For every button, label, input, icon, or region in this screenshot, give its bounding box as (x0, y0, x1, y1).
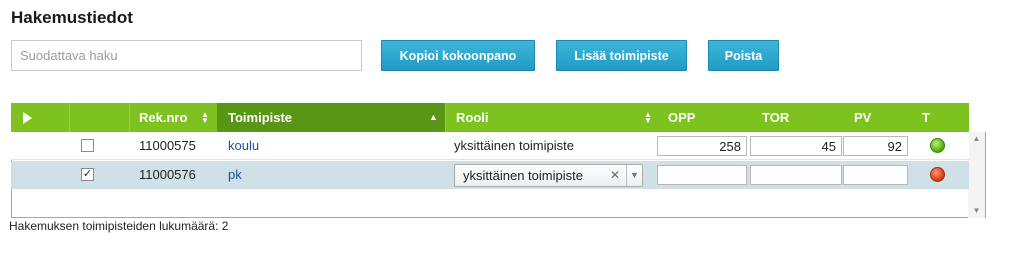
grid-header: Rek.nro ▲ ▼ Toimipiste ▲ Rooli ▲ ▼ OPP TOR… (11, 103, 969, 132)
column-header-t: T (922, 103, 942, 132)
column-header-pv: PV (854, 103, 894, 132)
add-office-button[interactable]: Lisää toimipiste (556, 40, 687, 71)
column-header-rooli[interactable]: Rooli ▲ ▼ (445, 103, 657, 132)
rek-nro-cell: 11000575 (139, 138, 196, 153)
column-header-opp: OPP (668, 103, 728, 132)
expand-toggle[interactable] (23, 103, 43, 132)
scroll-up-icon[interactable]: ▲ (968, 132, 985, 146)
column-label-rooli: Rooli (456, 110, 489, 125)
sort-both-icon: ▲ ▼ (201, 110, 209, 125)
column-label-opp: OPP (668, 110, 696, 125)
column-label-rek-nro: Rek.nro (139, 110, 188, 125)
status-ok-icon (930, 138, 945, 153)
column-label-t: T (922, 110, 930, 125)
vertical-scrollbar[interactable]: ▲ ▼ (968, 132, 985, 218)
sort-asc-icon: ▲ (429, 112, 438, 122)
sort-both-icon: ▲ ▼ (644, 110, 652, 125)
pv-input[interactable] (843, 165, 908, 185)
scroll-down-icon[interactable]: ▼ (968, 204, 985, 218)
offices-grid: Rek.nro ▲ ▼ Toimipiste ▲ Rooli ▲ ▼ OPP TOR… (11, 103, 986, 218)
column-label-pv: PV (854, 110, 872, 125)
remove-button[interactable]: Poista (708, 40, 779, 71)
column-header-toimipiste[interactable]: Toimipiste ▲ (217, 103, 445, 132)
rooli-cell: yksittäinen toimipiste (454, 138, 574, 153)
office-count-text: Hakemuksen toimipisteiden lukumäärä: 2 (9, 219, 229, 233)
toimipiste-link[interactable]: pk (228, 161, 242, 189)
opp-input[interactable] (657, 165, 747, 185)
column-label-toimipiste: Toimipiste (228, 110, 293, 125)
table-row[interactable]: 11000575 koulu yksittäinen toimipiste (11, 132, 969, 160)
column-label-tor: TOR (762, 110, 790, 125)
rek-nro-cell: 11000576 (139, 167, 196, 182)
chevron-down-icon[interactable]: ▼ (626, 165, 642, 186)
tor-input[interactable] (750, 136, 842, 156)
search-input[interactable] (11, 40, 362, 71)
rooli-select[interactable]: yksittäinen toimipiste ✕ ▼ (454, 164, 643, 187)
clear-icon[interactable]: ✕ (610, 165, 620, 186)
pv-input[interactable] (843, 136, 908, 156)
page-title: Hakemustiedot (11, 8, 133, 27)
copy-configuration-button[interactable]: Kopioi kokoonpano (381, 40, 535, 71)
status-error-icon (930, 167, 945, 182)
opp-input[interactable] (657, 136, 747, 156)
column-header-tor: TOR (762, 103, 822, 132)
tor-input[interactable] (750, 165, 842, 185)
table-row[interactable]: ✓ 11000576 pk yksittäinen toimipiste ✕ ▼ (11, 161, 969, 189)
toimipiste-link[interactable]: koulu (228, 132, 259, 160)
row-checkbox[interactable] (81, 139, 94, 152)
row-checkbox[interactable]: ✓ (81, 168, 94, 181)
column-header-rek-nro[interactable]: Rek.nro ▲ ▼ (139, 103, 217, 132)
play-icon (23, 112, 32, 124)
rooli-select-value: yksittäinen toimipiste (463, 168, 583, 183)
